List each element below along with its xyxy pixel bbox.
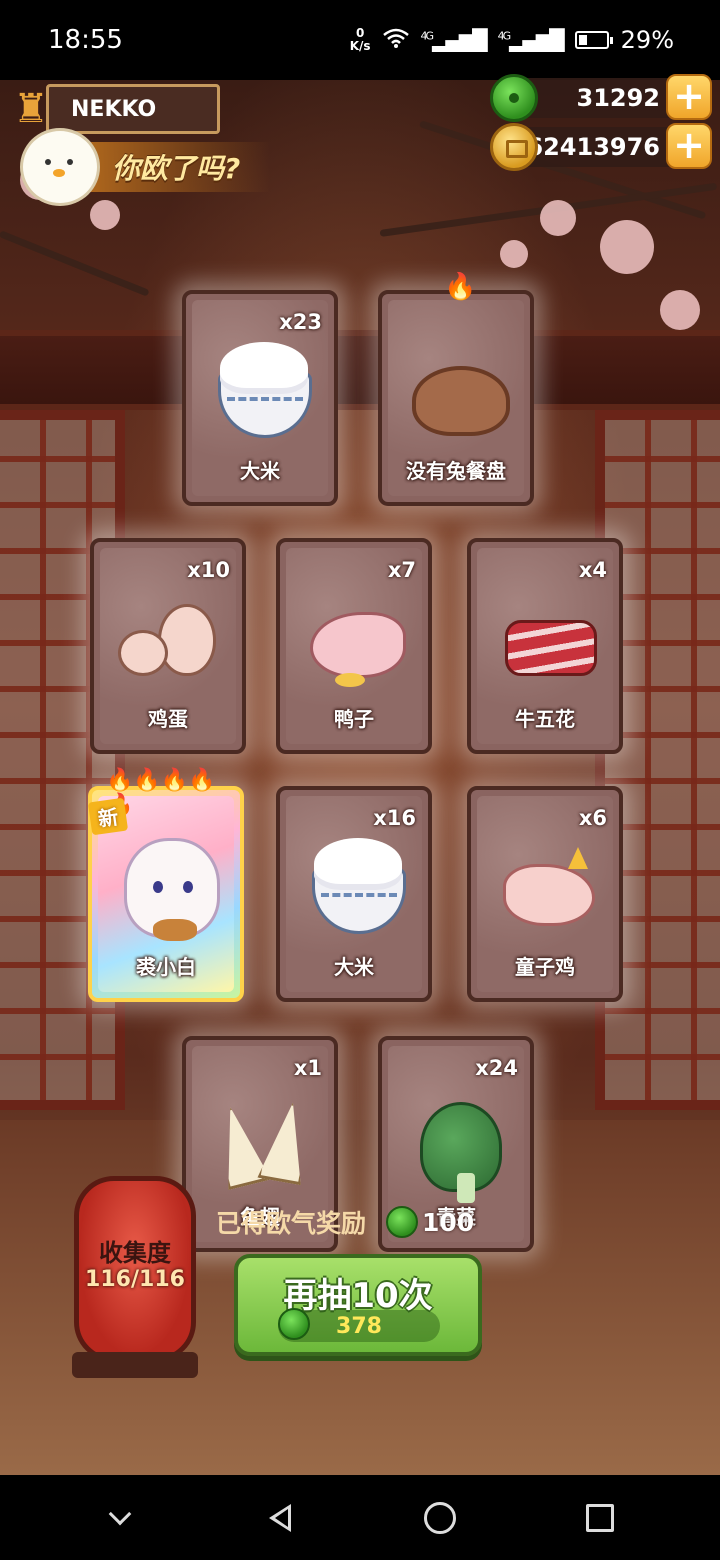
home-icon [424, 1501, 456, 1534]
net-speed: 0 K/s [349, 26, 371, 53]
card-count: x1 [293, 1056, 322, 1080]
luck-reward: 已得欧气奖励 100 [216, 1204, 474, 1240]
card-count: x23 [279, 310, 322, 334]
blossom-flower [540, 200, 576, 236]
card-rice[interactable]: x23 大米 [182, 290, 338, 506]
ceiling-beam [0, 330, 720, 410]
card-label: 大米 [334, 955, 374, 979]
jade-icon [490, 74, 538, 122]
draw-cost: 378 [278, 1308, 440, 1342]
card-count: x10 [187, 558, 230, 582]
plate-icon [406, 338, 514, 450]
player-name: NEKKO [46, 84, 220, 134]
blossom-flower [660, 290, 700, 330]
wifi-icon [382, 26, 409, 54]
clock: 18:55 [48, 25, 123, 55]
lucky-banner-text: 你欧了吗? [90, 142, 270, 192]
card-label: 鸡蛋 [148, 707, 188, 731]
blossom-flower [500, 240, 528, 268]
card-count: x7 [387, 558, 416, 582]
status-icons: 0 K/s 4G▂▄▆█ 4G▂▄▆█ 29% [350, 26, 674, 54]
shark-fin-icon [210, 1084, 318, 1196]
status-bar: 18:55 0 K/s 4G▂▄▆█ 4G▂▄▆█ 29% [0, 0, 720, 80]
jade-icon [278, 1308, 310, 1340]
fire-icon: 🔥 [444, 272, 477, 302]
coin-amount: 62413976 [526, 133, 660, 161]
luck-reward-label: 已得欧气奖励 [216, 1209, 367, 1238]
back-icon [269, 1503, 291, 1532]
card-count: x6 [578, 806, 607, 830]
nav-recents-button[interactable] [570, 1488, 630, 1548]
draw-again-button[interactable]: 再抽10次 378 [234, 1254, 482, 1356]
blossom-flower [600, 220, 654, 274]
jade-amount: 31292 [576, 84, 661, 112]
card-label: 裘小白 [136, 955, 196, 979]
lantern-stand [72, 1352, 198, 1378]
lattice-window-left [0, 410, 125, 1110]
card-label: 大米 [240, 459, 280, 483]
signal-icon-1: 4G▂▄▆█ [420, 28, 488, 52]
rice-bowl-icon [304, 834, 412, 946]
white-cat-icon [116, 834, 224, 946]
battery-percent: 29% [620, 26, 674, 54]
jade-icon [386, 1206, 419, 1238]
card-duck[interactable]: x7 鸭子 [276, 538, 432, 754]
draw-cost-value: 378 [336, 1313, 382, 1339]
card-rice-2[interactable]: x16 大米 [276, 786, 432, 1002]
new-badge: 新 [87, 797, 129, 836]
nav-back-button[interactable] [250, 1488, 310, 1548]
card-count: x24 [475, 1056, 518, 1080]
card-label: 牛五花 [515, 707, 575, 731]
collection-lantern[interactable]: 收集度 116/116 [74, 1176, 196, 1362]
battery-icon [574, 31, 613, 49]
blossom-branch [0, 230, 150, 297]
card-qiu-xiaobai[interactable]: 🔥🔥🔥🔥🔥 新 裘小白 [87, 768, 244, 1002]
collection-title: 收集度 [99, 1239, 171, 1267]
chicken-icon [495, 834, 603, 946]
signal-icon-2: 4G▂▄▆█ [497, 28, 565, 52]
lattice-window-right [595, 410, 720, 1110]
nav-collapse-button[interactable] [90, 1488, 150, 1548]
bok-choy-icon [406, 1084, 514, 1203]
rice-bowl-icon [210, 338, 318, 450]
card-label: 童子鸡 [515, 955, 575, 979]
nav-home-button[interactable] [410, 1488, 470, 1548]
coin-currency: 62413976 + [490, 123, 712, 171]
card-count: x4 [578, 558, 607, 582]
fire-icon: 🔥🔥🔥🔥🔥 [106, 768, 216, 818]
duck-icon [304, 586, 412, 698]
jade-currency: 31292 + [490, 74, 712, 122]
recents-icon [586, 1503, 614, 1532]
system-nav-bar [0, 1475, 720, 1560]
add-jade-button[interactable]: + [666, 74, 712, 120]
player-rank-icon: ♜ [13, 86, 49, 132]
card-label: 鸭子 [334, 707, 374, 731]
card-count: x16 [373, 806, 416, 830]
card-pork-belly[interactable]: x4 牛五花 [467, 538, 623, 754]
chevron-down-icon [108, 1502, 132, 1525]
card-label: 没有兔餐盘 [406, 459, 506, 483]
collection-value: 116/116 [85, 1267, 185, 1292]
add-coins-button[interactable]: + [666, 123, 712, 169]
luck-reward-value: 100 [422, 1207, 475, 1237]
pork-belly-icon [495, 586, 603, 698]
lucky-banner: 你欧了吗? [20, 128, 270, 206]
coin-icon [490, 123, 538, 171]
card-rabbit-plate[interactable]: 🔥 没有兔餐盘 [378, 272, 534, 506]
chick-mascot-icon [20, 128, 100, 206]
egg-icon [118, 586, 226, 698]
card-spring-chicken[interactable]: x6 童子鸡 [467, 786, 623, 1002]
card-egg[interactable]: x10 鸡蛋 [90, 538, 246, 754]
